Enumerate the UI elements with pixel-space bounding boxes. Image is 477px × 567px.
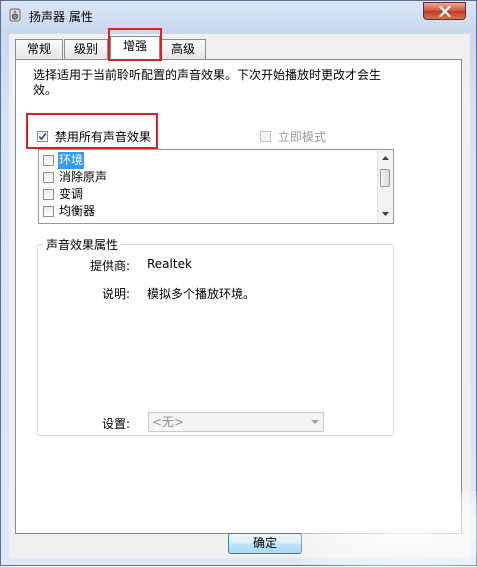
scrollbar-thumb[interactable]	[380, 169, 390, 187]
provider-label: 提供商:	[89, 259, 130, 273]
chevron-down-icon	[311, 420, 319, 424]
checkbox-disabled	[260, 131, 271, 142]
disable-all-effects-checkbox[interactable]: 禁用所有声音效果	[37, 128, 151, 145]
settings-dropdown: <无>	[148, 412, 324, 432]
title-bar[interactable]: 扬声器 属性	[1, 1, 476, 29]
enhancements-description: 选择适用于当前聆听配置的声音效果。下次开始播放时更改才会生效。	[33, 68, 382, 97]
list-item[interactable]: 消除原声	[43, 169, 108, 186]
immediate-mode-checkbox: 立即模式	[260, 128, 326, 145]
list-item[interactable]: 变调	[43, 186, 84, 203]
tab-general[interactable]: 常规	[15, 39, 63, 59]
close-icon	[439, 6, 451, 17]
scroll-up-icon[interactable]	[378, 152, 393, 164]
settings-label: 设置:	[101, 417, 130, 431]
immediate-mode-label: 立即模式	[277, 130, 326, 144]
properties-window: 扬声器 属性 常规 级别 增强 高级 选择适用于当前聆听配置的声音效果。下次开始…	[0, 0, 477, 567]
ok-button[interactable]: 确定	[228, 533, 302, 554]
tab-enhancements[interactable]: 增强	[110, 36, 160, 60]
speaker-icon	[9, 8, 21, 22]
checkbox[interactable]	[43, 189, 54, 200]
effects-list[interactable]: 环境 消除原声 变调 均衡器	[38, 149, 394, 224]
list-item[interactable]: 环境	[43, 152, 85, 169]
checkmark-icon	[38, 133, 47, 141]
scroll-down-icon[interactable]	[378, 208, 393, 220]
settings-dropdown-value: <无>	[152, 415, 185, 429]
provider-value: Realtek	[147, 257, 192, 271]
close-button[interactable]	[423, 2, 466, 20]
checkbox[interactable]	[43, 155, 54, 166]
enhancements-panel: 选择适用于当前聆听配置的声音效果。下次开始播放时更改才会生效。 禁用所有声音效果…	[15, 59, 462, 534]
description-value: 模拟多个播放环境。	[147, 287, 256, 301]
checkbox[interactable]	[43, 172, 54, 183]
tab-levels[interactable]: 级别	[64, 39, 108, 59]
disable-all-effects-label: 禁用所有声音效果	[54, 130, 151, 144]
window-title: 扬声器 属性	[29, 10, 93, 24]
checkbox-checked[interactable]	[37, 131, 48, 142]
dialog-body: 常规 级别 增强 高级 选择适用于当前聆听配置的声音效果。下次开始播放时更改才会…	[9, 34, 470, 558]
tab-advanced[interactable]: 高级	[160, 39, 206, 59]
checkbox[interactable]	[43, 206, 54, 217]
effect-properties-title: 声音效果属性	[43, 236, 122, 253]
list-scrollbar[interactable]	[377, 150, 393, 223]
description-label: 说明:	[101, 287, 130, 301]
list-item[interactable]: 均衡器	[43, 203, 96, 220]
